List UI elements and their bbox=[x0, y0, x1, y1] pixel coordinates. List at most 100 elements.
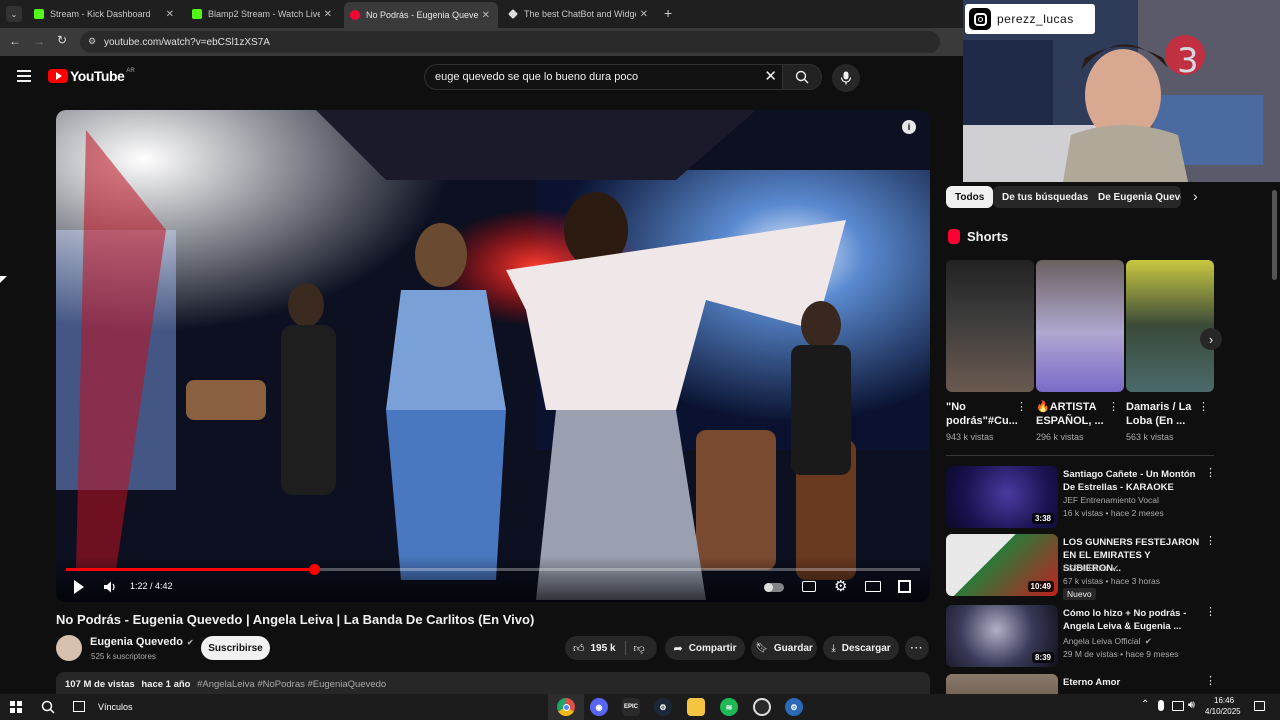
links-toolbar-label[interactable]: Vínculos bbox=[98, 702, 133, 712]
volume-icon[interactable] bbox=[103, 580, 117, 594]
chevron-up-icon[interactable]: ⌃ bbox=[1141, 699, 1149, 710]
view-count: 107 M de vistas bbox=[65, 679, 135, 690]
recommended-meta: 67 k vistas • hace 3 horas bbox=[1063, 576, 1160, 586]
chip-todos[interactable]: Todos bbox=[946, 186, 994, 208]
more-actions-button[interactable]: ··· bbox=[905, 636, 929, 660]
youtube-logo[interactable]: YouTube AR bbox=[48, 68, 135, 84]
settings-gear-icon[interactable]: ⚙ bbox=[834, 577, 847, 595]
like-dislike-group: 👍︎ 195 k 👎︎ bbox=[565, 636, 657, 660]
like-button[interactable]: 👍︎ 195 k bbox=[565, 642, 616, 655]
recommended-channel: Angela Leiva Official ✔ bbox=[1063, 635, 1152, 647]
close-tab-icon[interactable]: ✕ bbox=[482, 10, 490, 21]
save-button[interactable]: 🔖︎ Guardar bbox=[751, 636, 817, 660]
volume-icon[interactable]: 🔊︎ bbox=[1188, 699, 1195, 712]
recommended-video[interactable]: 3:38 Santiago Cañete - Un Montón De Estr… bbox=[946, 466, 1214, 530]
reload-icon[interactable]: ↻ bbox=[57, 33, 67, 47]
short-views: 563 k vistas bbox=[1126, 432, 1174, 442]
clock-date[interactable]: 4/10/2025 bbox=[1205, 707, 1241, 716]
new-tab-icon[interactable]: + bbox=[664, 5, 672, 21]
chevron-right-icon[interactable]: › bbox=[1193, 188, 1198, 204]
more-vertical-icon[interactable]: ⋮ bbox=[1108, 400, 1119, 413]
recommended-video[interactable]: 8:39 Cómo lo hizo + No podrás - Angela L… bbox=[946, 605, 1214, 669]
browser-tab-chatbot-widgets[interactable]: The best ChatBot and Widgets ✕ bbox=[502, 4, 656, 24]
more-vertical-icon[interactable]: ⋮ bbox=[1205, 534, 1216, 547]
recommended-channel: JEF Entrenamiento Vocal bbox=[1063, 495, 1159, 505]
video-thumbnail bbox=[946, 674, 1058, 694]
dislike-button[interactable]: 👎︎ bbox=[626, 642, 645, 655]
short-thumbnail bbox=[946, 260, 1034, 392]
file-explorer-icon[interactable] bbox=[687, 698, 705, 716]
microphone-icon[interactable] bbox=[1158, 700, 1164, 711]
video-player[interactable]: i 1:22 / 4:42 ⚙ bbox=[56, 110, 930, 602]
diamond-icon bbox=[508, 9, 518, 19]
short-card[interactable]: Damaris / La Loba (En ... 563 k vistas bbox=[1126, 260, 1214, 442]
site-info-icon[interactable]: ⚙ bbox=[88, 36, 98, 46]
search-icon[interactable] bbox=[41, 700, 55, 714]
share-button[interactable]: ➦ Compartir bbox=[665, 636, 745, 660]
menu-icon[interactable] bbox=[17, 70, 31, 82]
windows-taskbar: Vínculos ◉ EPIC ⚙ ≋ ⚙ ⌃ 🔊︎ 16:46 4/10/20… bbox=[0, 694, 1280, 720]
chip-de-eugenia-quevedo[interactable]: De Eugenia Queved bbox=[1089, 186, 1181, 208]
recommended-video[interactable]: 10:49 LOS GUNNERS FESTEJARON EN EL EMIRA… bbox=[946, 534, 1214, 600]
page-scrollbar[interactable] bbox=[1272, 190, 1277, 280]
spotify-icon[interactable]: ≋ bbox=[720, 698, 738, 716]
browser-tab-blamp2-stream[interactable]: Blamp2 Stream - Watch Live on ✕ bbox=[186, 4, 340, 24]
clock-time[interactable]: 16:46 bbox=[1214, 696, 1234, 705]
discord-icon[interactable]: ◉ bbox=[590, 698, 608, 716]
channel-avatar[interactable] bbox=[56, 635, 82, 661]
search-input[interactable]: euge quevedo se que lo bueno dura poco ✕ bbox=[424, 64, 786, 90]
more-vertical-icon[interactable]: ⋮ bbox=[1205, 605, 1216, 618]
tab-list-button[interactable]: ⌄ bbox=[6, 6, 22, 22]
hashtags[interactable]: #AngelaLeiva #NoPodras #EugeniaQuevedo bbox=[197, 679, 386, 690]
download-button[interactable]: ⤓ Descargar bbox=[823, 636, 899, 660]
autoplay-toggle[interactable] bbox=[764, 583, 784, 592]
theater-mode-icon[interactable] bbox=[865, 581, 881, 592]
browser-tab-kick-dashboard[interactable]: Stream - Kick Dashboard ✕ bbox=[28, 4, 182, 24]
browser-tab-youtube-video[interactable]: No Podrás - Eugenia Quevedo ✕ bbox=[344, 2, 498, 28]
short-views: 943 k vistas bbox=[946, 432, 994, 442]
fullscreen-icon[interactable] bbox=[898, 580, 911, 593]
search-button[interactable] bbox=[782, 64, 822, 90]
close-tab-icon[interactable]: ✕ bbox=[166, 9, 174, 20]
epic-games-icon[interactable]: EPIC bbox=[622, 698, 640, 716]
short-card[interactable]: "No podrás"#Cu... 943 k vistas bbox=[946, 260, 1034, 442]
windows-start-icon[interactable] bbox=[10, 701, 22, 713]
obs-icon[interactable] bbox=[753, 698, 771, 716]
channel-name[interactable]: Eugenia Quevedo ✔ bbox=[90, 636, 194, 648]
clear-search-icon[interactable]: ✕ bbox=[764, 67, 777, 85]
info-icon[interactable]: i bbox=[902, 120, 916, 134]
recommended-title: Santiago Cañete - Un Montón De Estrellas… bbox=[1063, 469, 1196, 493]
notification-icon[interactable] bbox=[1254, 701, 1265, 711]
more-vertical-icon[interactable]: ⋮ bbox=[1205, 674, 1216, 687]
short-card[interactable]: 🔥ARTISTA ESPAÑOL, ... 296 k vistas bbox=[1036, 260, 1124, 442]
description-box[interactable]: 107 M de vistas hace 1 año #AngelaLeiva … bbox=[56, 672, 930, 696]
back-arrow-icon[interactable]: ← bbox=[9, 34, 21, 48]
instagram-icon bbox=[969, 8, 991, 30]
search-icon bbox=[795, 70, 809, 84]
close-tab-icon[interactable]: ✕ bbox=[640, 9, 648, 20]
recommended-video[interactable]: Eterno Amor bbox=[946, 674, 1214, 694]
subscribe-button[interactable]: Suscribirse bbox=[201, 636, 270, 660]
url-field[interactable]: ⚙ youtube.com/watch?v=ebCSl1zXS7A bbox=[80, 31, 940, 53]
more-vertical-icon[interactable]: ⋮ bbox=[1016, 400, 1027, 413]
username-text: perezz_lucas bbox=[997, 12, 1074, 26]
forward-arrow-icon[interactable]: → bbox=[33, 34, 45, 48]
task-view-icon[interactable] bbox=[73, 701, 85, 712]
subtitles-icon[interactable] bbox=[802, 581, 816, 592]
short-thumbnail bbox=[1036, 260, 1124, 392]
network-icon[interactable] bbox=[1172, 701, 1184, 711]
steam-icon[interactable]: ⚙ bbox=[785, 698, 803, 716]
time-display: 1:22 / 4:42 bbox=[130, 581, 173, 591]
chip-de-tus-busquedas[interactable]: De tus búsquedas bbox=[993, 186, 1098, 208]
voice-search-button[interactable] bbox=[832, 64, 860, 92]
shorts-next-button[interactable]: › bbox=[1200, 328, 1222, 350]
close-tab-icon[interactable]: ✕ bbox=[324, 9, 332, 20]
play-button[interactable] bbox=[74, 580, 84, 594]
share-icon: ➦ bbox=[673, 642, 683, 655]
progress-bar[interactable] bbox=[66, 564, 920, 575]
save-label: Guardar bbox=[773, 642, 813, 654]
steam-icon[interactable]: ⚙ bbox=[654, 698, 672, 716]
more-vertical-icon[interactable]: ⋮ bbox=[1205, 466, 1216, 479]
more-vertical-icon[interactable]: ⋮ bbox=[1198, 400, 1209, 413]
progress-scrubber[interactable] bbox=[308, 564, 320, 575]
